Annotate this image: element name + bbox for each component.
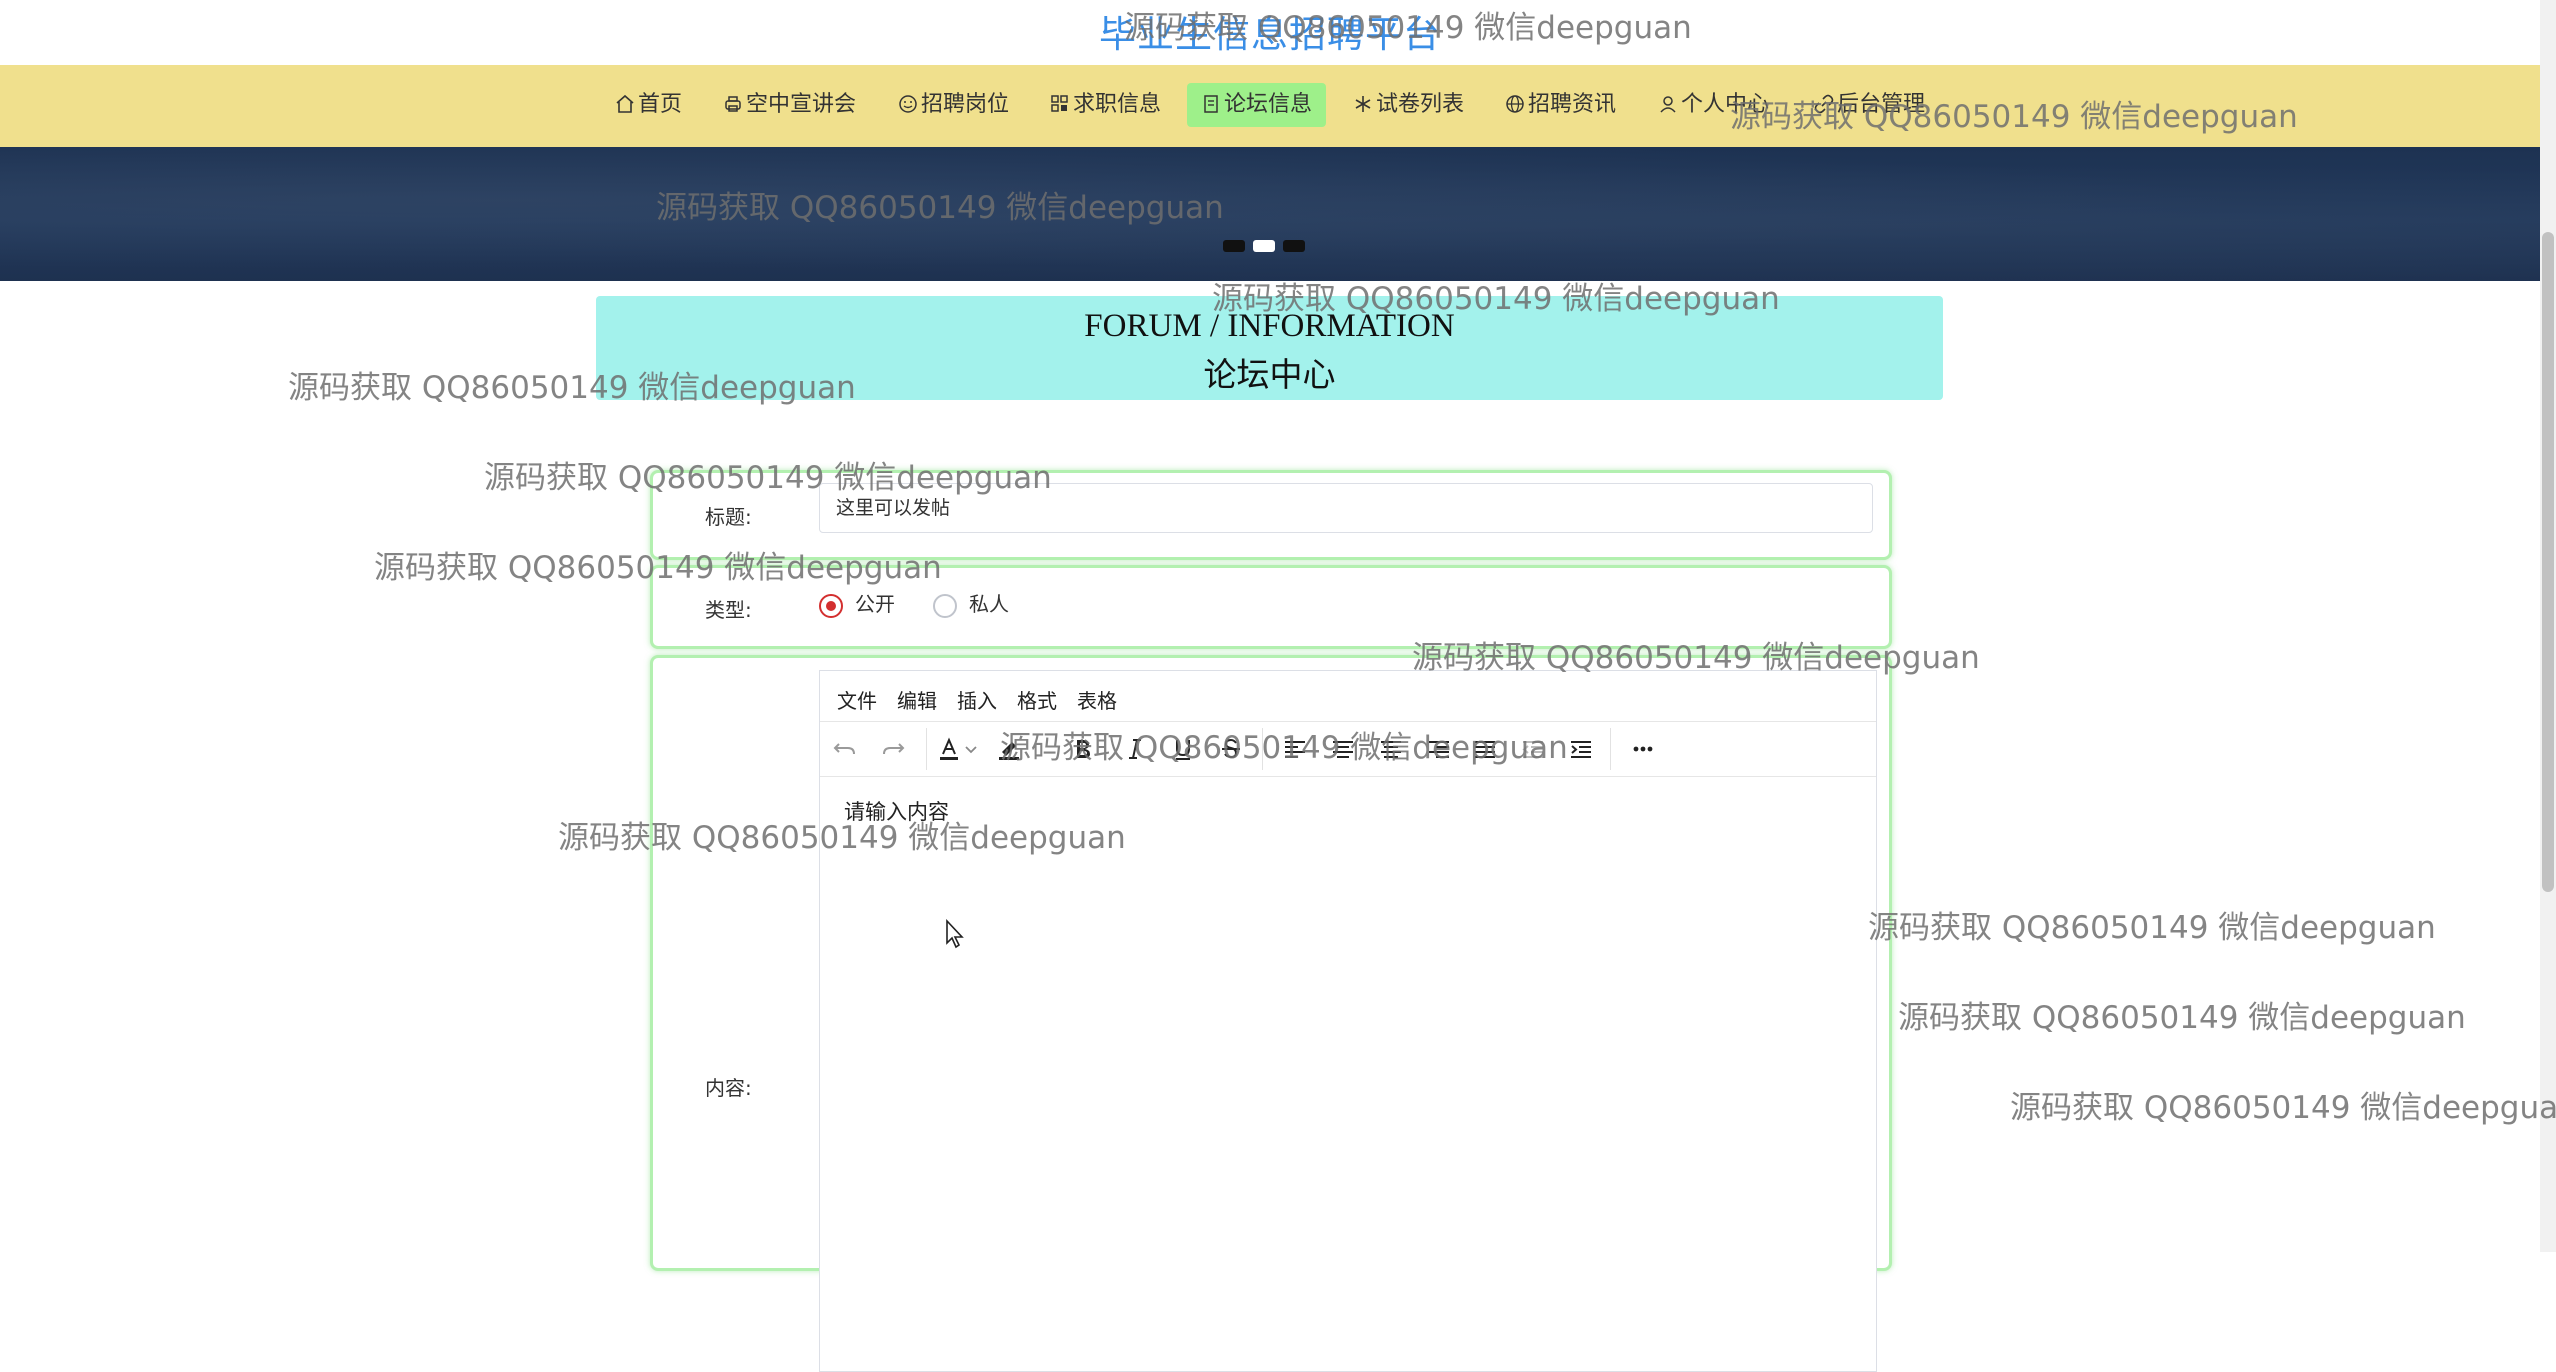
watermark: 源码获取 QQ86050149 微信deepguan xyxy=(558,820,1126,856)
font-color-icon[interactable] xyxy=(934,734,964,764)
editor-menubar: 文件 编辑 插入 格式 表格 xyxy=(820,671,1876,722)
indent-icon[interactable] xyxy=(1566,734,1596,764)
watermark: 源码获取 QQ86050149 微信deepguan xyxy=(1000,730,1568,766)
watermark: 源码获取 QQ86050149 微信deepguan xyxy=(484,460,1052,496)
smile-icon xyxy=(899,95,917,113)
menu-format[interactable]: 格式 xyxy=(1017,685,1057,714)
menu-edit[interactable]: 编辑 xyxy=(897,685,937,714)
watermark: 源码获取 QQ86050149 微信deepguan xyxy=(1898,1000,2466,1036)
carousel-dot-active[interactable] xyxy=(1253,240,1275,252)
menu-insert[interactable]: 插入 xyxy=(957,685,997,714)
carousel-dot[interactable] xyxy=(1283,240,1305,252)
menu-file[interactable]: 文件 xyxy=(837,685,877,714)
carousel-dot[interactable] xyxy=(1223,240,1245,252)
watermark: 源码获取 QQ86050149 微信deepguan xyxy=(1212,281,1780,317)
nav-item-news[interactable]: 招聘资讯 xyxy=(1491,83,1630,127)
title-label: 标题: xyxy=(705,505,752,529)
chevron-down-icon[interactable] xyxy=(962,734,980,764)
nav-item-exams[interactable]: 试卷列表 xyxy=(1339,83,1478,127)
nav-item-home[interactable]: 首页 xyxy=(601,83,696,127)
grid-icon xyxy=(1051,95,1068,112)
nav-item-label: 求职信息 xyxy=(1073,92,1162,117)
toolbar-separator xyxy=(1610,728,1611,770)
nav-item-label: 招聘岗位 xyxy=(921,92,1010,117)
redo-icon[interactable] xyxy=(878,734,908,764)
rich-text-editor[interactable]: 文件 编辑 插入 格式 表格 请输入内容 xyxy=(819,670,1877,1372)
radio-public[interactable]: 公开 xyxy=(819,588,895,618)
radio-label: 私人 xyxy=(969,592,1009,616)
nav-item-label: 首页 xyxy=(638,92,683,117)
nav-item-air-talk[interactable]: 空中宣讲会 xyxy=(709,83,870,127)
type-label: 类型: xyxy=(705,598,752,622)
watermark: 源码获取 QQ86050149 微信deepguan xyxy=(374,550,942,586)
menu-table[interactable]: 表格 xyxy=(1077,685,1117,714)
home-icon xyxy=(616,94,634,113)
watermark: 源码获取 QQ86050149 微信deepguan xyxy=(288,370,856,406)
mouse-cursor-icon xyxy=(946,919,964,949)
document-icon xyxy=(1204,95,1218,113)
nav-item-label: 论坛信息 xyxy=(1224,92,1313,117)
printer-icon xyxy=(725,96,741,112)
user-icon xyxy=(1660,96,1676,113)
nav-item-label: 试卷列表 xyxy=(1376,92,1465,117)
nav-item-jobs[interactable]: 招聘岗位 xyxy=(884,83,1023,127)
radio-circle-checked xyxy=(819,593,843,618)
nav-item-forum[interactable]: 论坛信息 xyxy=(1187,83,1327,127)
nav-item-job-seek[interactable]: 求职信息 xyxy=(1036,83,1175,127)
nav-item-label: 空中宣讲会 xyxy=(746,92,857,117)
watermark: 源码获取 QQ86050149 微信deepguan xyxy=(1730,99,2298,135)
nav-item-label: 招聘资讯 xyxy=(1528,92,1617,117)
radio-private[interactable]: 私人 xyxy=(933,588,1009,618)
content-label: 内容: xyxy=(705,1076,752,1100)
radio-circle xyxy=(933,593,957,618)
snowflake-icon xyxy=(1355,96,1371,112)
globe-icon xyxy=(1506,95,1524,113)
scrollbar-thumb[interactable] xyxy=(2542,232,2554,892)
watermark: 源码获取 QQ86050149 微信deepguan xyxy=(2010,1090,2556,1126)
undo-icon[interactable] xyxy=(830,734,860,764)
banner-carousel xyxy=(0,147,2540,281)
watermark: 源码获取 QQ86050149 微信deepguan xyxy=(1412,640,1980,676)
watermark: 源码获取 QQ86050149 微信deepguan xyxy=(1868,910,2436,946)
toolbar-separator xyxy=(926,728,927,770)
more-icon[interactable] xyxy=(1628,734,1658,764)
watermark: 源码获取 QQ86050149 微信deepguan xyxy=(656,190,1224,226)
radio-label: 公开 xyxy=(855,592,895,616)
watermark: 源码获取 QQ86050149 微信deepguan xyxy=(1124,10,1692,46)
